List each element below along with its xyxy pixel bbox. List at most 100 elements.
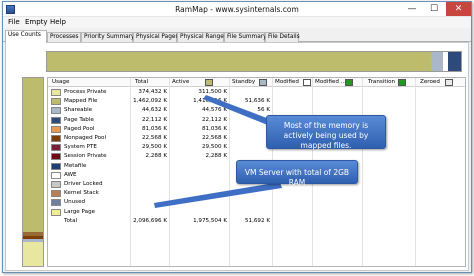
menu-bar: File Empty Help: [3, 17, 471, 28]
vbar-process-private: [23, 242, 43, 266]
usage-color-swatch: [51, 89, 61, 96]
table-row[interactable]: Process Private 374,432 K 311,500 K: [48, 88, 465, 97]
zeroed-swatch: [445, 79, 453, 86]
tab-strip: Use Counts Processes Priority Summary Ph…: [3, 30, 471, 43]
total-value: 1,462,092 K: [133, 98, 167, 105]
usage-color-swatch: [51, 153, 61, 161]
column-zeroed[interactable]: Zeroed: [420, 79, 440, 85]
tab-file-summary[interactable]: File Summary: [224, 32, 267, 42]
use-counts-panel: Usage Total Active Standby Modified Modi…: [5, 42, 469, 271]
mapped-files-callout: Most of the memory is actively being use…: [266, 115, 386, 150]
total-value: 22,112 K: [141, 116, 167, 123]
title-bar: RamMap - www.sysinternals.com — ☐ ✕: [3, 2, 471, 17]
total-value: 22,568 K: [141, 135, 167, 141]
usage-stack-bar: [22, 77, 44, 267]
table-row[interactable]: Kernel Stack: [48, 189, 465, 198]
usage-name: Kernel Stack: [64, 190, 99, 197]
table-row[interactable]: Mapped File 1,462,092 K 1,410,416 K 51,636 …: [48, 97, 465, 106]
tab-use-counts[interactable]: Use Counts: [5, 30, 47, 43]
usage-name: Driver Locked: [64, 181, 103, 187]
rammap-window: RamMap - www.sysinternals.com — ☐ ✕ File…: [2, 1, 472, 273]
column-active[interactable]: Active: [172, 79, 189, 85]
usage-name: Page Table: [64, 116, 94, 123]
active-swatch: [205, 79, 213, 86]
table-row[interactable]: Total 2,096,696 K 1,975,504 K 51,692 K: [48, 217, 465, 226]
usage-name: System PTE: [64, 144, 97, 151]
total-value: 2,288 K: [145, 153, 167, 160]
transition-swatch: [398, 79, 406, 86]
usage-name: Process Private: [64, 89, 107, 95]
usage-name: AWE: [64, 171, 77, 178]
modified-swatch: [303, 79, 311, 86]
active-value: 81,036 K: [201, 125, 227, 132]
standby-value: 51,636 K: [244, 98, 270, 105]
bar-segment-standby: [431, 52, 443, 71]
menu-file[interactable]: File: [8, 18, 20, 26]
column-transition[interactable]: Transition: [368, 79, 395, 85]
minimize-button[interactable]: —: [401, 2, 423, 16]
total-value: 374,432 K: [138, 89, 167, 95]
usage-color-swatch: [51, 135, 61, 142]
usage-name: Large Page: [64, 208, 96, 215]
tab-processes[interactable]: Processes: [47, 32, 81, 42]
memory-usage-bar: [46, 51, 462, 72]
usage-color-swatch: [51, 162, 61, 170]
usage-name: Unused: [64, 199, 86, 206]
standby-value: 56 K: [257, 107, 270, 114]
bar-segment-active: [47, 52, 431, 71]
tab-physical-pages[interactable]: Physical Pages: [133, 32, 178, 42]
usage-name: Shareable: [64, 107, 93, 114]
usage-color-swatch: [51, 107, 61, 115]
active-value: 1,410,416 K: [193, 98, 227, 105]
usage-name: Paged Pool: [64, 125, 95, 132]
table-row[interactable]: Unused: [48, 198, 465, 207]
total-value: 44,632 K: [141, 107, 167, 114]
usage-color-swatch: [51, 125, 61, 133]
usage-name: Mapped File: [64, 98, 98, 105]
maximize-button[interactable]: ☐: [423, 2, 445, 16]
usage-color-swatch: [51, 190, 61, 198]
active-value: 2,288 K: [205, 153, 227, 160]
active-value: 22,112 K: [201, 116, 227, 123]
standby-swatch: [259, 79, 267, 86]
table-row[interactable]: Shareable 44,632 K 44,576 K 56 K: [48, 106, 465, 115]
modified-nowrite-swatch: [345, 79, 353, 86]
column-modified[interactable]: Modified: [275, 79, 299, 85]
tab-file-details[interactable]: File Details: [265, 32, 300, 42]
table-row[interactable]: Large Page: [48, 208, 465, 217]
usage-color-swatch: [51, 171, 61, 179]
table-row[interactable]: Paged Pool 81,036 K 81,036 K: [48, 125, 465, 134]
usage-color-swatch: [51, 199, 61, 207]
table-header: Usage Total Active Standby Modified Modi…: [48, 78, 465, 87]
column-modified-nowrite[interactable]: Modified ...: [315, 79, 346, 85]
usage-color-swatch: [51, 208, 61, 216]
active-value: 44,576 K: [201, 107, 227, 114]
menu-empty[interactable]: Empty: [25, 18, 48, 26]
table-row[interactable]: System PTE 29,500 K 29,500 K: [48, 143, 465, 152]
table-row[interactable]: Page Table 22,112 K 22,112 K: [48, 116, 465, 125]
column-standby[interactable]: Standby: [232, 79, 255, 85]
vbar-mapped-file: [23, 78, 43, 232]
usage-name: Nonpaged Pool: [64, 135, 107, 141]
standby-value: 51,692 K: [244, 217, 270, 224]
usage-name: Metafile: [64, 162, 87, 169]
tab-physical-ranges[interactable]: Physical Ranges: [177, 32, 227, 42]
usage-name: Session Private: [64, 153, 107, 160]
close-button[interactable]: ✕: [446, 2, 471, 16]
column-usage[interactable]: Usage: [52, 79, 69, 85]
active-value: 22,568 K: [201, 135, 227, 141]
usage-color-swatch: [51, 98, 61, 106]
bar-segment-zeroed: [448, 52, 461, 71]
tab-priority-summary[interactable]: Priority Summary: [81, 32, 135, 42]
active-value: 311,500 K: [198, 89, 227, 95]
vm-server-callout: VM Server with total of 2GB RAM: [236, 160, 358, 187]
total-value: 29,500 K: [141, 144, 167, 151]
table-row[interactable]: Nonpaged Pool 22,568 K 22,568 K: [48, 134, 465, 143]
usage-color-swatch: [51, 116, 61, 124]
usage-color-swatch: [51, 181, 61, 188]
column-total[interactable]: Total: [135, 79, 148, 85]
total-value: 2,096,696 K: [133, 217, 167, 224]
usage-color-swatch: [51, 144, 61, 152]
menu-help[interactable]: Help: [50, 18, 66, 26]
active-value: 29,500 K: [201, 144, 227, 151]
